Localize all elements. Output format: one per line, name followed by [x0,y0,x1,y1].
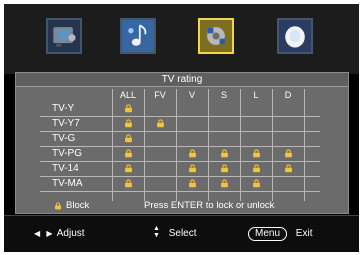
menu-icon-bar [4,4,359,74]
lock-icon[interactable] [188,164,197,173]
legend: Block Press ENTER to lock or unlock [40,200,340,212]
select-label: Select [168,228,197,239]
lock-icon[interactable] [156,119,165,128]
col-header-fv: FV [154,90,166,100]
lock-icon[interactable] [220,164,229,173]
adjust-label: Adjust [56,228,85,239]
lock-icon[interactable] [220,179,229,188]
picture-icon [48,20,80,52]
lock-icon[interactable] [124,134,133,143]
col-header-all: ALL [119,90,136,100]
exit-hint: Menu Exit [248,216,312,252]
lock-icon[interactable] [188,149,197,158]
rating-row-tv-y[interactable]: TV-Y [40,101,320,117]
audio-icon [122,20,154,52]
lock-icon[interactable] [124,179,133,188]
up-down-arrow-icon: ▲ ▼ [153,224,160,239]
lock-icon[interactable] [284,149,293,158]
picture-menu-tile[interactable] [46,18,82,54]
lock-icon[interactable] [252,149,261,158]
lock-icon[interactable] [124,104,133,113]
block-label: Block [66,200,90,211]
col-header-d: D [284,90,292,100]
rating-row-tv-g[interactable]: TV-G [40,131,320,147]
exit-label: Exit [295,228,313,239]
lock-icon[interactable] [124,119,133,128]
setup-icon [279,20,311,52]
row-label: TV-G [52,133,76,144]
lock-icon [54,202,62,210]
lock-icon[interactable] [284,164,293,173]
row-label: TV-Y7 [52,118,80,129]
row-label: TV-PG [52,148,83,159]
lock-settings-icon [200,20,232,52]
setup-menu-tile[interactable] [277,18,313,54]
row-label: TV-Y [52,103,75,114]
rating-row-tv-y7[interactable]: TV-Y7 [40,116,320,132]
lock-menu-tile[interactable] [198,18,234,54]
col-header-s: S [220,90,227,100]
panel-title: TV rating [16,73,348,87]
col-header-v: V [188,90,195,100]
col-header-l: L [253,90,259,100]
rating-row-tv-pg[interactable]: TV-PG [40,146,320,162]
rating-row-tv-14[interactable]: TV-14 [40,161,320,177]
footer-bar: ◀ ▶ Adjust ▲ ▼ Select Menu Exit [4,215,359,252]
adjust-hint: ◀ ▶ Adjust [34,216,85,252]
lock-icon[interactable] [252,164,261,173]
row-label: TV-14 [52,163,79,174]
lock-icon[interactable] [124,164,133,173]
lock-icon[interactable] [188,179,197,188]
rating-row-tv-ma[interactable]: TV-MA [40,176,320,192]
lock-icon[interactable] [220,149,229,158]
instruction-text: Press ENTER to lock or unlock [144,200,275,211]
menu-button-icon: Menu [248,227,288,241]
audio-menu-tile[interactable] [120,18,156,54]
left-right-arrow-icon: ◀ ▶ [34,229,55,238]
select-hint: ▲ ▼ Select [153,216,197,252]
lock-icon[interactable] [124,149,133,158]
tv-rating-panel: TV rating ALL FV V S L D TV-Y TV-Y7 TV-G… [15,72,349,214]
row-label: TV-MA [52,178,83,189]
lock-icon[interactable] [252,179,261,188]
screen: TV rating ALL FV V S L D TV-Y TV-Y7 TV-G… [0,0,363,255]
